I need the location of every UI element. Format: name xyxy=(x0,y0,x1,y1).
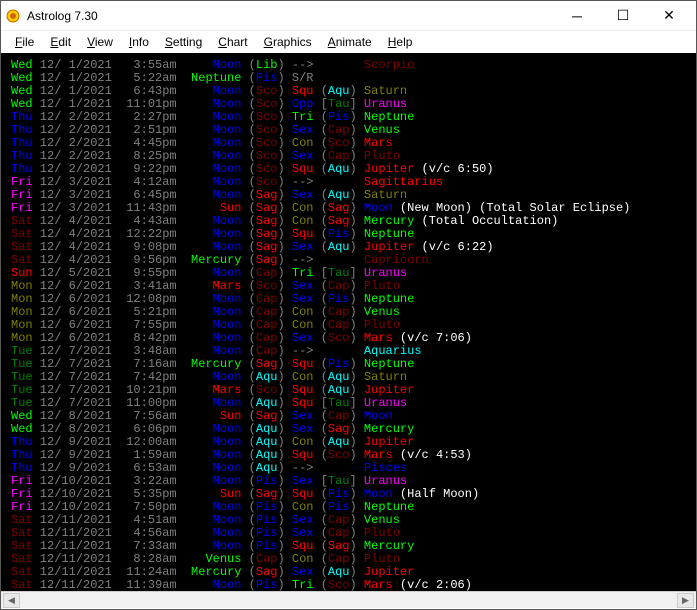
aspect-list: Wed 12/ 1/2021 3:55am Moon (Lib) --> Sco… xyxy=(1,53,696,591)
window-title: Astrolog 7.30 xyxy=(27,9,554,23)
menu-animate[interactable]: Animate xyxy=(320,33,380,51)
menu-chart[interactable]: Chart xyxy=(210,33,255,51)
maximize-button[interactable]: ☐ xyxy=(600,1,646,31)
menu-setting[interactable]: Setting xyxy=(157,33,210,51)
menu-help[interactable]: Help xyxy=(380,33,421,51)
menu-graphics[interactable]: Graphics xyxy=(256,33,320,51)
scroll-left-arrow[interactable]: ◀ xyxy=(3,593,20,608)
titlebar: Astrolog 7.30 ─ ☐ ✕ xyxy=(1,1,696,31)
menu-info[interactable]: Info xyxy=(121,33,157,51)
horizontal-scrollbar[interactable]: ◀ ▶ xyxy=(1,591,696,608)
app-icon xyxy=(5,8,21,24)
menu-file[interactable]: File xyxy=(7,33,42,51)
aspect-row: Sat 12/11/2021 11:39am Moon (Pis) Tri (S… xyxy=(11,579,686,591)
menu-edit[interactable]: Edit xyxy=(42,33,79,51)
menu-view[interactable]: View xyxy=(79,33,121,51)
close-button[interactable]: ✕ xyxy=(646,1,692,31)
menubar: FileEditViewInfoSettingChartGraphicsAnim… xyxy=(1,31,696,53)
minimize-button[interactable]: ─ xyxy=(554,1,600,31)
scroll-right-arrow[interactable]: ▶ xyxy=(677,593,694,608)
